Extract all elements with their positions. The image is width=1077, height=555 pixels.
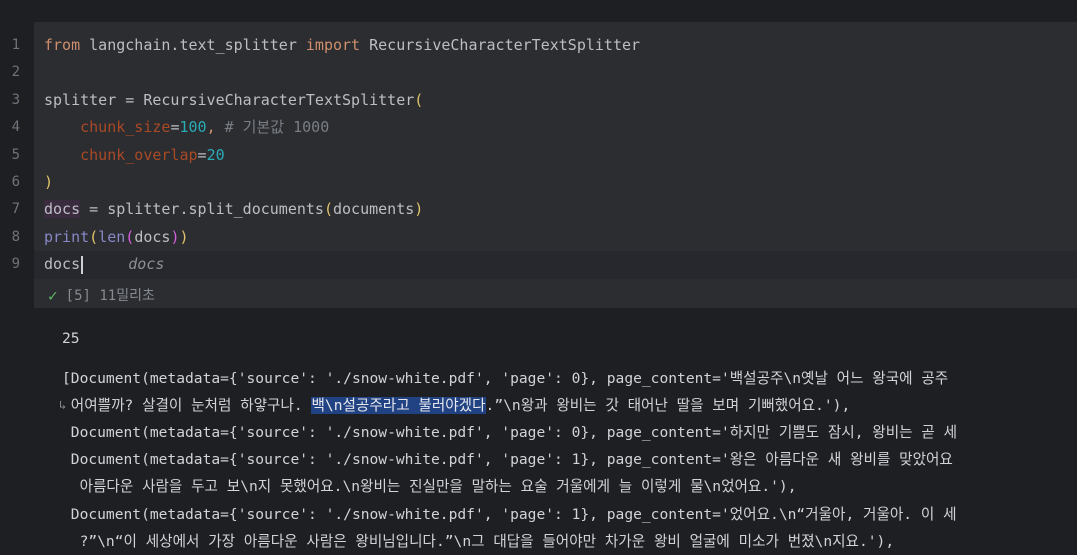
- code-line-4[interactable]: chunk_size=100, # 기본값 1000: [44, 114, 329, 141]
- output-line: ↳ 어여쁠까? 살결이 눈처럼 하얗구나. 백\n설공주라고 불러야겠다.”\n…: [59, 392, 851, 419]
- check-icon: ✓: [48, 285, 58, 305]
- line-number-gutter: 1 2 3 4 5 6 7 8 9: [0, 22, 34, 282]
- output-line: [Document(metadata={'source': './snow-wh…: [62, 370, 949, 387]
- output-line: Document(metadata={'source': './snow-whi…: [62, 451, 953, 468]
- output-line: Document(metadata={'source': './snow-whi…: [62, 506, 957, 523]
- output-line: 아름다운 사람을 두고 보\n지 못했어요.\n왕비는 진실만을 말하는 요술 …: [62, 478, 797, 495]
- builtin-print: print: [44, 227, 90, 246]
- cell-execution-status: ✓ [5] 11밀리초: [34, 282, 1077, 308]
- wrap-icon: ↳: [59, 398, 67, 412]
- comma: ,: [206, 118, 216, 137]
- line-number: 9: [11, 256, 20, 273]
- comment: # 기본값 1000: [215, 118, 330, 137]
- import-name: RecursiveCharacterTextSplitter: [360, 36, 641, 54]
- output-text: .”\n왕과 왕비는 갓 태어난 딸을 보며 기뻐했어요.'),: [485, 397, 851, 414]
- code-line-9[interactable]: docs docs: [44, 251, 164, 278]
- number: 100: [179, 118, 207, 137]
- builtin-len: len: [98, 227, 126, 246]
- output-line: Document(metadata={'source': './snow-whi…: [62, 424, 958, 441]
- output-text: 어여쁠까? 살결이 눈처럼 하얗구나.: [62, 397, 312, 414]
- paren: (: [414, 90, 424, 109]
- line-number: 1: [11, 37, 20, 53]
- paren: (: [323, 200, 333, 219]
- line-number: 6: [11, 174, 20, 190]
- paren: (: [89, 227, 99, 246]
- equals: =: [197, 145, 207, 164]
- code-line-3[interactable]: splitter = RecursiveCharacterTextSplitte…: [44, 87, 423, 114]
- line-number: 8: [11, 228, 20, 245]
- variable-docs: docs: [44, 255, 81, 274]
- line-number: 7: [11, 201, 20, 218]
- code-line-8[interactable]: print(len(docs)): [44, 224, 189, 251]
- named-arg: chunk_overlap: [80, 145, 198, 164]
- current-line-highlight: [34, 251, 1077, 279]
- line-number: 2: [11, 64, 20, 81]
- output-line: ?”\n“이 세상에서 가장 아름다운 사람은 왕비님입니다.”\n그 대답을 …: [62, 533, 895, 550]
- cell-output: 25 [Document(metadata={'source': './snow…: [59, 318, 1077, 550]
- code-line-6[interactable]: ): [44, 169, 53, 196]
- output-count: 25: [62, 330, 80, 347]
- keyword: from: [44, 36, 81, 54]
- argument: documents: [333, 200, 415, 219]
- paren: ): [414, 200, 424, 219]
- line-number: 4: [11, 119, 20, 136]
- line-number: 5: [11, 146, 20, 163]
- text-selection: 백\n설공주라고 불러야겠다: [311, 397, 486, 414]
- code-cell-editor[interactable]: from langchain.text_splitter import Recu…: [34, 22, 1077, 282]
- line-number: 3: [11, 91, 20, 108]
- execution-time: [5] 11밀리초: [65, 288, 155, 304]
- code-line-7[interactable]: docs = splitter.split_documents(document…: [44, 196, 423, 223]
- variable-docs: docs: [44, 200, 81, 219]
- module-name: langchain.text_splitter: [80, 36, 306, 54]
- named-arg: chunk_size: [80, 118, 171, 137]
- code-line-5[interactable]: chunk_overlap=20: [44, 142, 225, 169]
- paren: ): [44, 173, 54, 191]
- inlay-hint: docs: [128, 255, 165, 274]
- code-line-1[interactable]: from langchain.text_splitter import Recu…: [44, 32, 640, 59]
- keyword: import: [305, 36, 361, 54]
- call: = splitter.split_documents: [80, 200, 324, 219]
- paren: (: [125, 227, 135, 246]
- paren: ): [179, 227, 189, 246]
- assignment: splitter = RecursiveCharacterTextSplitte…: [44, 90, 415, 109]
- number: 20: [206, 145, 225, 164]
- argument: docs: [134, 227, 171, 246]
